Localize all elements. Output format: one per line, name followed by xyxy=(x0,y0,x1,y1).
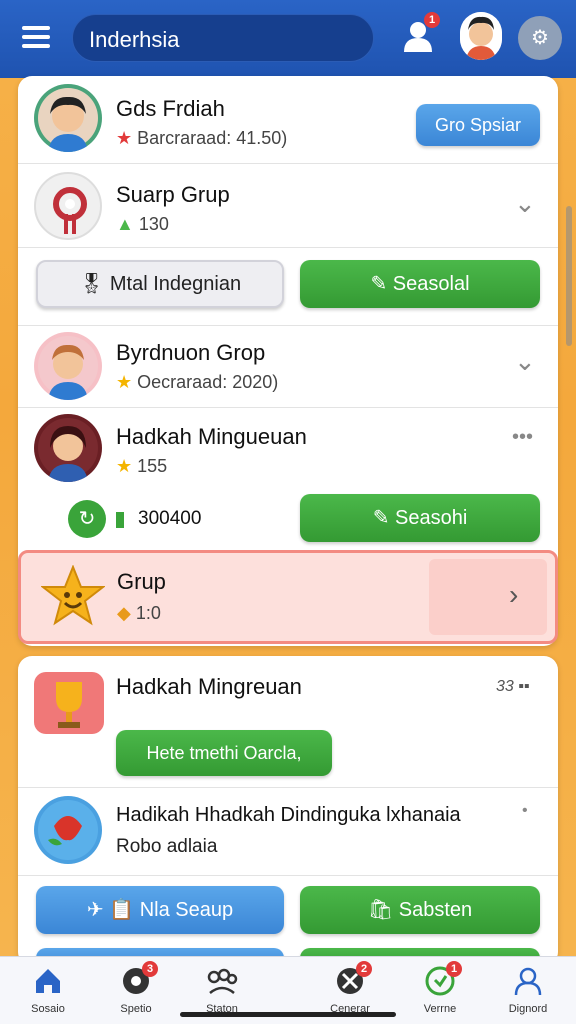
stat-value: 300400 xyxy=(138,508,202,529)
star-icon: ★ xyxy=(116,128,133,148)
thumb-icon: ▲ xyxy=(116,214,134,234)
tools-icon: 2 xyxy=(334,961,372,997)
action-row: ✈ 📋 Nla Seaup 🛍 Sabsten xyxy=(18,876,558,966)
chevron-down-icon[interactable]: ⌄ xyxy=(514,346,538,376)
coin-icon: ◆ xyxy=(117,603,131,623)
star-icon: ★ xyxy=(116,456,133,476)
avatar xyxy=(34,84,102,152)
item-subtitle: ★ Barcraraad: 41.50) xyxy=(116,128,288,148)
shield-icon: 1 xyxy=(424,961,462,997)
item-title: Hadkah Mingreuan xyxy=(116,674,302,699)
item-title: Suarp Grup xyxy=(116,182,230,207)
star-badge-icon xyxy=(40,564,106,629)
avatar xyxy=(34,332,102,400)
action-row: 🎖 Mtal Indegnian ✎ Seasolal xyxy=(18,248,558,326)
logo-icon xyxy=(34,172,102,240)
indonesian-button[interactable]: 🎖 Mtal Indegnian xyxy=(36,260,284,308)
avatar xyxy=(34,414,102,482)
group-special-button[interactable]: Gro Spsiar xyxy=(416,104,540,146)
event-card: Hadkah Mingreuan 33 ▪▪ Hete tmethi Oarcl… xyxy=(18,656,558,966)
item-title: Grup xyxy=(117,569,166,594)
bag-icon: 🛍 xyxy=(367,899,394,921)
item-meta: 33 ▪▪ xyxy=(496,678,530,695)
list-item[interactable]: Hadkah Mingreuan 33 ▪▪ Hete tmethi Oarcl… xyxy=(18,656,558,788)
item-title: Hadkah Mingueuan xyxy=(116,424,307,449)
item-title: Hadikah Hhadkah Dindinguka lxhanaia xyxy=(116,804,461,826)
chevron-right-icon: › xyxy=(509,579,519,610)
nav-item-shield[interactable]: 1 Verrne xyxy=(404,961,476,1021)
notification-badge: 1 xyxy=(424,12,440,28)
list-item[interactable]: Gds Frdiah ★ Barcraraad: 41.50) Gro Spsi… xyxy=(18,76,558,164)
user-icon[interactable]: 1 xyxy=(400,12,440,54)
menu-icon[interactable] xyxy=(22,26,50,48)
search-input[interactable]: Inderhsia xyxy=(72,14,374,62)
item-title: Byrdnuon Grop xyxy=(116,340,266,365)
item-subtitle: Robo adlaia xyxy=(116,836,218,857)
chevron-down-icon[interactable]: ⌄ xyxy=(514,188,538,218)
promo-button[interactable]: Hete tmethi Oarcla, xyxy=(116,730,332,776)
list-item[interactable]: Suarp Grup ▲ 130 ⌄ xyxy=(18,164,558,248)
chevron-area[interactable]: › xyxy=(429,559,547,635)
star-icon: ★ xyxy=(116,372,133,392)
bar-icon xyxy=(116,512,124,528)
settings-icon[interactable]: ⚙ xyxy=(518,16,562,60)
item-subtitle: ★ Oecraraad: 2020) xyxy=(116,372,279,392)
people-icon xyxy=(206,965,238,997)
nav-item-profile[interactable]: Dignord xyxy=(492,961,564,1021)
nav-item-home[interactable]: Sosaio xyxy=(12,961,84,1021)
sports-icon: 3 xyxy=(120,961,158,997)
season-button[interactable]: ✎ Seasohi xyxy=(300,494,540,542)
more-icon[interactable]: • xyxy=(522,802,528,820)
feather-icon: ✎ xyxy=(372,507,390,529)
scrollbar[interactable] xyxy=(566,206,572,346)
item-subtitle: ★ 155 xyxy=(116,456,168,476)
list-item[interactable]: Hadkah Mingueuan ★ 155 ••• ↻ 300400 ✎ Se… xyxy=(18,408,558,558)
refresh-icon: ↻ xyxy=(68,500,106,538)
item-title: Gds Frdiah xyxy=(116,96,225,121)
profile-icon xyxy=(512,965,544,997)
item-subtitle: ▲ 130 xyxy=(116,214,169,234)
group-setup-button[interactable]: ✈ 📋 Nla Seaup xyxy=(36,886,284,934)
seasonal-button[interactable]: ✎ Seasolal xyxy=(300,260,540,308)
home-indicator xyxy=(180,1012,396,1017)
rose-icon xyxy=(34,796,102,864)
avatar[interactable] xyxy=(460,12,502,60)
submit-button[interactable]: 🛍 Sabsten xyxy=(300,886,540,934)
selected-group-item[interactable]: Grup ◆ 1:0 › xyxy=(18,550,558,644)
item-subtitle: ◆ 1:0 xyxy=(117,603,161,623)
list-item[interactable]: Byrdnuon Grop ★ Oecraraad: 2020) ⌄ xyxy=(18,326,558,408)
note-icon: ✈ 📋 xyxy=(86,899,135,921)
emoji-icon: 🎖 xyxy=(78,273,105,295)
nav-item-sports[interactable]: 3 Spetio xyxy=(100,961,172,1021)
top-bar: Inderhsia 1 ⚙ xyxy=(0,0,576,78)
feather-icon: ✎ xyxy=(370,273,388,295)
more-icon[interactable]: ••• xyxy=(512,426,533,449)
trophy-icon xyxy=(34,672,104,734)
home-icon xyxy=(32,965,64,997)
list-item[interactable]: Hadikah Hhadkah Dindinguka lxhanaia Robo… xyxy=(18,788,558,876)
